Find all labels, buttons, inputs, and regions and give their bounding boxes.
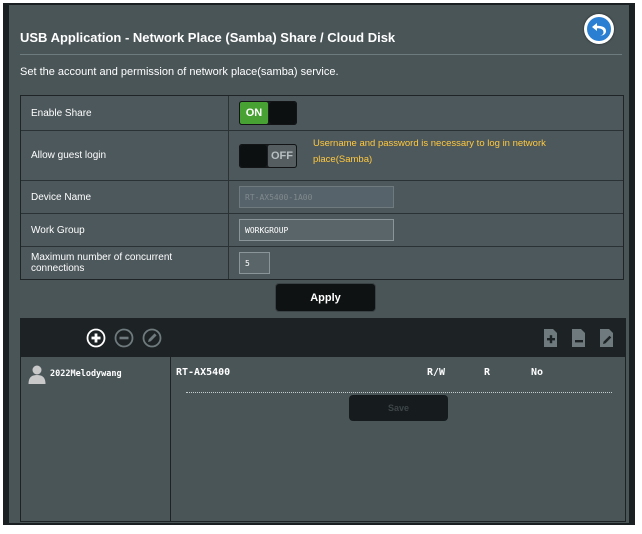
device-name-field[interactable]: RT-AX5400-1A00 <box>239 186 394 208</box>
toggle-on-label: ON <box>240 102 268 124</box>
device-name-row: Device Name RT-AX5400-1A00 <box>21 181 623 214</box>
toggle-knob <box>240 144 267 167</box>
guest-login-hint: Username and password is necessary to lo… <box>313 138 546 165</box>
permission-read-only[interactable]: R <box>484 367 490 378</box>
share-folder-name[interactable]: RT-AX5400 <box>176 367 230 378</box>
max-connections-field[interactable]: 5 <box>239 252 270 274</box>
toggle-knob <box>269 102 296 124</box>
enable-share-row: Enable Share ON <box>21 96 623 131</box>
guest-login-label: Allow guest login <box>21 131 229 180</box>
guest-login-row: Allow guest login OFF Username and passw… <box>21 131 623 181</box>
device-name-label: Device Name <box>21 181 229 213</box>
delete-folder-icon[interactable] <box>570 328 588 348</box>
enable-share-label: Enable Share <box>21 96 229 130</box>
rename-folder-icon[interactable] <box>598 328 616 348</box>
permission-read-write[interactable]: R/W <box>427 367 445 378</box>
divider-line <box>186 392 612 393</box>
back-button[interactable] <box>584 14 614 44</box>
account-toolbar <box>21 319 625 357</box>
title-divider <box>20 54 622 55</box>
settings-table: Enable Share ON Allow guest login OFF Us… <box>20 95 624 280</box>
back-arrow-icon <box>587 17 611 41</box>
guest-login-toggle[interactable]: OFF <box>239 143 297 168</box>
main-frame: USB Application - Network Place (Samba) … <box>3 3 635 525</box>
edit-icon[interactable] <box>142 328 162 348</box>
permission-no-access[interactable]: No <box>531 367 543 378</box>
apply-button[interactable]: Apply <box>275 283 376 312</box>
content-panel: USB Application - Network Place (Samba) … <box>9 5 629 523</box>
page-title: USB Application - Network Place (Samba) … <box>20 30 396 45</box>
work-group-row: Work Group WORKGROUP <box>21 214 623 247</box>
remove-icon[interactable] <box>114 328 134 348</box>
user-list-item[interactable]: 2022Melodywang <box>27 364 122 384</box>
work-group-label: Work Group <box>21 214 229 246</box>
toggle-off-label: OFF <box>268 144 296 167</box>
work-group-field[interactable]: WORKGROUP <box>239 219 394 241</box>
enable-share-toggle[interactable]: ON <box>239 101 297 125</box>
add-folder-icon[interactable] <box>542 328 560 348</box>
add-icon[interactable] <box>86 328 106 348</box>
max-connections-row: Maximum number of concurrent connections… <box>21 247 623 279</box>
user-name: 2022Melodywang <box>50 369 122 379</box>
account-permission-panel: 2022Melodywang RT-AX5400 R/W R No Save <box>20 318 626 522</box>
save-button[interactable]: Save <box>349 395 448 421</box>
max-connections-label: Maximum number of concurrent connections <box>21 247 229 279</box>
page-description: Set the account and permission of networ… <box>20 66 339 78</box>
user-list: 2022Melodywang <box>21 357 171 521</box>
user-icon <box>28 365 46 384</box>
